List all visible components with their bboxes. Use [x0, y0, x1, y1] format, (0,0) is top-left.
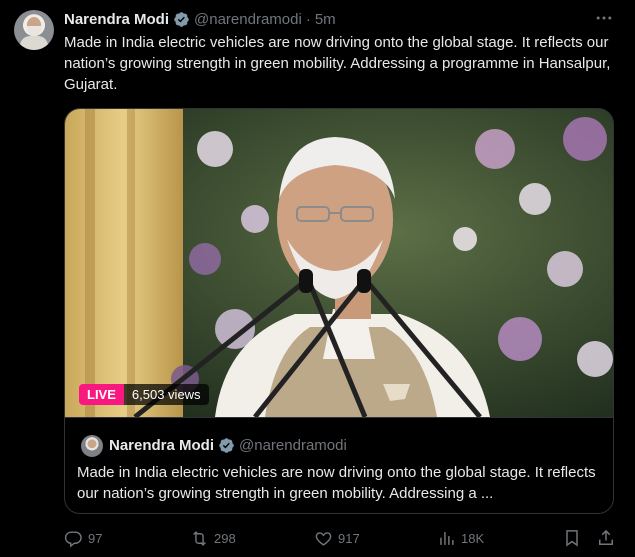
- verified-icon[interactable]: [173, 11, 190, 28]
- quoted-header: Narendra Modi @narendramodi: [109, 437, 347, 454]
- video-frame: [65, 109, 613, 417]
- live-views-count: 6,503 views: [123, 384, 209, 405]
- author-name[interactable]: Narendra Modi: [64, 11, 169, 28]
- tweet-time[interactable]: 5m: [315, 11, 336, 28]
- more-icon[interactable]: [594, 8, 614, 28]
- tweet[interactable]: Narendra Modi @narendramodi · 5m Made in…: [0, 0, 635, 557]
- separator-dot: ·: [305, 10, 311, 28]
- author-avatar[interactable]: [14, 10, 54, 50]
- views-icon: [440, 531, 454, 545]
- reply-button[interactable]: 97: [64, 527, 102, 549]
- quoted-author-avatar: [81, 435, 103, 457]
- share-icon[interactable]: [596, 528, 616, 548]
- live-badge: LIVE: [79, 384, 124, 405]
- quoted-tweet[interactable]: Narendra Modi @narendramodi Made in Indi…: [65, 417, 613, 513]
- views-count: 18K: [461, 530, 485, 546]
- like-button[interactable]: 917: [314, 527, 360, 549]
- live-indicator: LIVE 6,503 views: [79, 383, 209, 406]
- tweet-header: Narendra Modi @narendramodi · 5m: [64, 9, 336, 29]
- tweet-text: Made in India electric vehicles are now …: [64, 34, 611, 93]
- like-icon: [315, 531, 332, 546]
- repost-count: 298: [214, 530, 236, 546]
- reply-count: 97: [88, 530, 103, 546]
- like-count: 917: [338, 530, 360, 546]
- media-card[interactable]: LIVE 6,503 views Narendra Modi @narendra…: [64, 108, 614, 514]
- video-player[interactable]: LIVE 6,503 views: [65, 109, 613, 417]
- quoted-author-handle: @narendramodi: [239, 437, 347, 454]
- bookmark-icon[interactable]: [562, 528, 582, 548]
- views-button[interactable]: 18K: [437, 527, 484, 549]
- repost-button[interactable]: 298: [190, 527, 236, 549]
- action-bar: 97 298 917 18K: [64, 527, 620, 549]
- reply-icon: [64, 530, 82, 547]
- author-handle[interactable]: @narendramodi: [194, 11, 302, 28]
- quoted-text: Made in India electric vehicles are now …: [77, 464, 596, 502]
- verified-icon: [219, 438, 234, 453]
- quoted-author-name: Narendra Modi: [109, 437, 215, 454]
- repost-icon: [193, 530, 206, 546]
